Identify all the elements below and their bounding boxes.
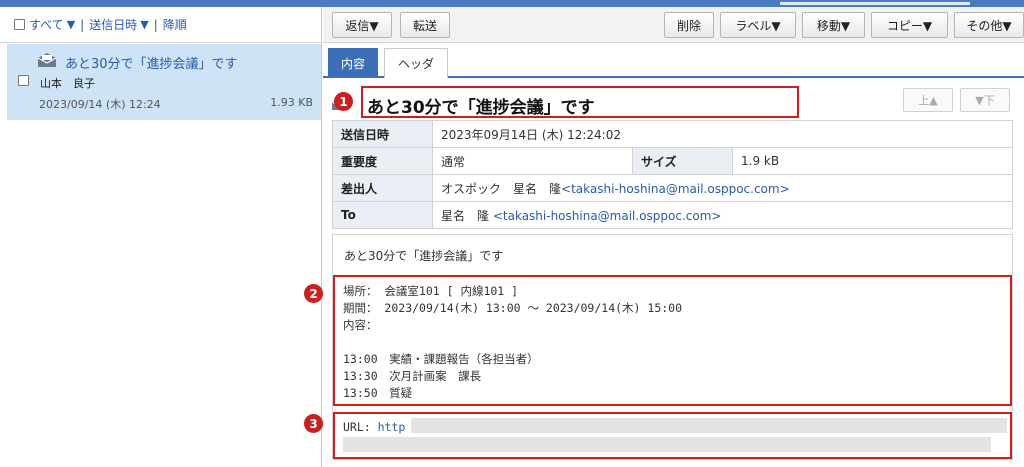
top-bar-highlight: [780, 2, 970, 5]
select-all-checkbox[interactable]: [14, 19, 25, 30]
header-value-from: オスポック 星名 隆<takashi-hoshina@mail.osppoc.c…: [432, 174, 1013, 202]
redacted-url-part: [411, 418, 1007, 433]
table-row: To 星名 隆 <takashi-hoshina@mail.osppoc.com…: [332, 201, 1013, 229]
from-name: オスポック 星名 隆: [441, 181, 562, 196]
header-value-size: 1.9 kB: [732, 147, 1013, 175]
forward-button[interactable]: 転送: [400, 12, 450, 38]
copy-button[interactable]: コピー▼: [871, 12, 948, 38]
list-item-sender: 山本 良子: [40, 77, 95, 90]
separator: |: [80, 17, 85, 32]
other-button[interactable]: その他▼: [954, 12, 1024, 38]
opened-mail-icon: [37, 53, 57, 67]
url-link[interactable]: http: [378, 420, 406, 434]
message-title-row: 1 あと30分で「進捗会議」です 上▲ ▼下: [323, 79, 1024, 119]
label-button[interactable]: ラベル▼: [720, 12, 796, 38]
tab-bar: 内容 ヘッダ: [323, 44, 1024, 78]
header-label-size: サイズ: [632, 147, 733, 175]
message-title: あと30分で「進捗会議」です: [367, 98, 595, 118]
header-value-sent: 2023年09月14日 (木) 12:24:02: [432, 120, 1013, 148]
previous-message-button[interactable]: 上▲: [903, 88, 953, 112]
table-row: 差出人 オスポック 星名 隆<takashi-hoshina@mail.ospp…: [332, 174, 1013, 202]
header-label-from: 差出人: [332, 174, 433, 202]
header-label-to: To: [332, 201, 433, 229]
tab-content[interactable]: 内容: [328, 48, 378, 78]
list-item-size: 1.93 KB: [270, 96, 313, 109]
body-url-line: URL: http: [343, 419, 405, 436]
top-bar: [0, 0, 1024, 7]
list-item-date: 2023/09/14 (木) 12:24: [39, 98, 161, 111]
list-header: すべて ▼ | 送信日時 ▼ | 降順: [0, 7, 321, 43]
message-body: あと30分で「進捗会議」です 場所： 会議室101 [ 内線101 ] 期間： …: [332, 234, 1013, 460]
header-value-to: 星名 隆 <takashi-hoshina@mail.osppoc.com>: [432, 201, 1013, 229]
header-label-priority: 重要度: [332, 147, 433, 175]
sort-field-dropdown-icon[interactable]: ▼: [140, 18, 148, 31]
message-header-table: 送信日時 2023年09月14日 (木) 12:24:02 重要度 通常 サイズ…: [332, 120, 1013, 229]
annotation-badge-3: 3: [304, 414, 323, 433]
message-list-pane: すべて ▼ | 送信日時 ▼ | 降順 あと30分で「進捗会議」です 山本 良子…: [0, 7, 322, 467]
sort-field-button[interactable]: 送信日時: [89, 16, 137, 33]
move-button[interactable]: 移動▼: [802, 12, 865, 38]
table-row: 重要度 通常 サイズ 1.9 kB: [332, 147, 1013, 175]
next-message-button[interactable]: ▼下: [960, 88, 1010, 112]
header-value-priority: 通常: [432, 147, 633, 175]
from-email-link[interactable]: <takashi-hoshina@mail.osppoc.com>: [561, 182, 790, 196]
to-email-link[interactable]: <takashi-hoshina@mail.osppoc.com>: [493, 209, 722, 223]
annotation-badge-1: 1: [334, 92, 353, 111]
url-label: URL:: [343, 420, 378, 434]
table-row: 送信日時 2023年09月14日 (木) 12:24:02: [332, 120, 1013, 148]
message-view-pane: 返信▼ 転送 削除 ラベル▼ 移動▼ コピー▼ その他▼ 内容 ヘッダ 1 あと…: [304, 7, 1024, 467]
sort-order-button[interactable]: 降順: [163, 16, 187, 33]
select-all-label[interactable]: すべて: [29, 16, 64, 33]
list-item-checkbox[interactable]: [18, 75, 29, 86]
list-item[interactable]: あと30分で「進捗会議」です 山本 良子 2023/09/14 (木) 12:2…: [7, 44, 321, 120]
to-name: 星名 隆: [441, 208, 490, 223]
select-all-dropdown-icon[interactable]: ▼: [67, 18, 75, 31]
list-item-subject[interactable]: あと30分で「進捗会議」です: [65, 53, 238, 72]
separator: |: [153, 17, 158, 32]
header-label-sent: 送信日時: [332, 120, 433, 148]
delete-button[interactable]: 削除: [664, 12, 714, 38]
body-details: 場所： 会議室101 [ 内線101 ] 期間： 2023/09/14(木) 1…: [343, 284, 683, 400]
redacted-url-part: [343, 437, 991, 452]
toolbar: 返信▼ 転送 削除 ラベル▼ 移動▼ コピー▼ その他▼: [323, 7, 1024, 43]
tab-header[interactable]: ヘッダ: [384, 48, 448, 78]
body-first-line: あと30分で「進捗会議」です: [344, 249, 504, 263]
reply-button[interactable]: 返信▼: [332, 12, 392, 38]
annotation-badge-2: 2: [304, 284, 323, 303]
